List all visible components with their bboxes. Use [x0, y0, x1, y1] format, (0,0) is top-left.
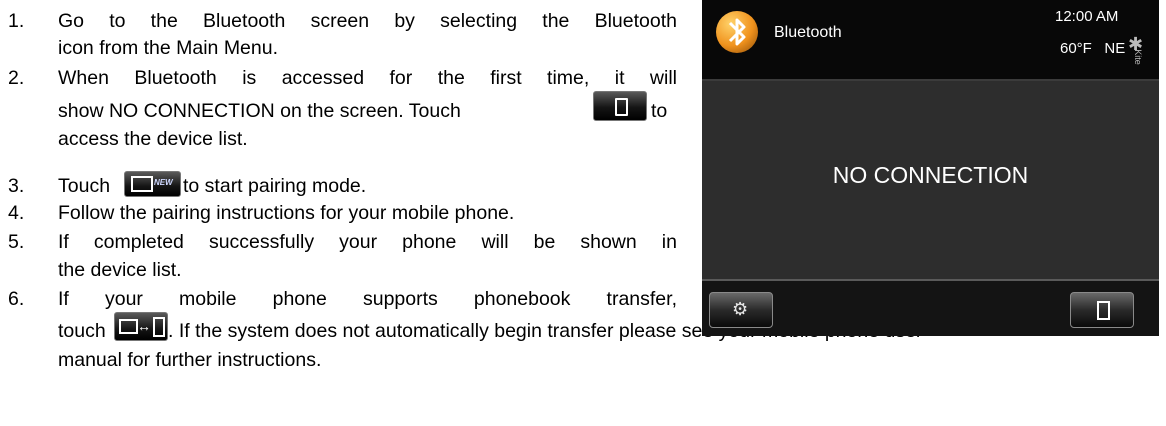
bluetooth-logo-icon: [716, 11, 758, 53]
weather-readout: 60°F NE: [1060, 40, 1125, 57]
step-text: manual for further instructions.: [58, 349, 322, 371]
step-text: When Bluetooth is accessed for the first…: [58, 67, 677, 89]
connection-status: NO CONNECTION: [832, 162, 1029, 188]
step-text: access the device list.: [58, 128, 248, 150]
step-text: show NO CONNECTION on the screen. Touch: [58, 100, 461, 122]
step-text: to start pairing mode.: [183, 175, 367, 197]
step-text: to: [651, 100, 668, 122]
step-text: icon from the Main Menu.: [58, 37, 279, 59]
phone-icon: [1097, 301, 1110, 320]
settings-button[interactable]: ⚙: [709, 292, 773, 328]
compass-direction: NE: [1104, 40, 1126, 57]
side-label: Kite: [1132, 49, 1143, 65]
bluetooth-screen: Bluetooth 12:00 AM 60°F NE ✱ Kite NO CON…: [702, 0, 1159, 336]
step-number: 3.: [8, 175, 25, 197]
screen-icon: [119, 319, 138, 334]
phone-icon: [153, 317, 165, 337]
step-text: If your mobile phone supports phonebook …: [58, 288, 677, 310]
step-text: If completed successfully your phone wil…: [58, 231, 677, 253]
transfer-arrow-icon: ↔: [137, 318, 151, 334]
step-text: Follow the pairing instructions for your…: [58, 202, 515, 224]
phonebook-transfer-button-icon: ↔: [114, 312, 168, 341]
new-badge: NEW: [154, 178, 173, 187]
step-number: 6.: [8, 288, 25, 310]
step-text: touch: [58, 320, 106, 342]
device-list-button[interactable]: [1070, 292, 1134, 328]
new-pairing-button-icon: NEW: [124, 171, 181, 197]
gear-icon: ⚙: [732, 299, 749, 319]
step-number: 1.: [8, 10, 25, 32]
step-text: Go to the Bluetooth screen by selecting …: [58, 10, 677, 32]
phone-icon: [615, 98, 628, 116]
step-number: 5.: [8, 231, 25, 253]
step-number: 2.: [8, 67, 25, 89]
device-list-button-icon: [593, 91, 647, 121]
screen-title: Bluetooth: [774, 24, 842, 41]
clock: 12:00 AM: [1055, 8, 1119, 25]
step-number: 4.: [8, 202, 25, 224]
step-text: the device list.: [58, 259, 182, 281]
temperature: 60°F: [1060, 40, 1092, 57]
screen-icon: [131, 176, 153, 192]
step-text: Touch: [58, 175, 111, 197]
